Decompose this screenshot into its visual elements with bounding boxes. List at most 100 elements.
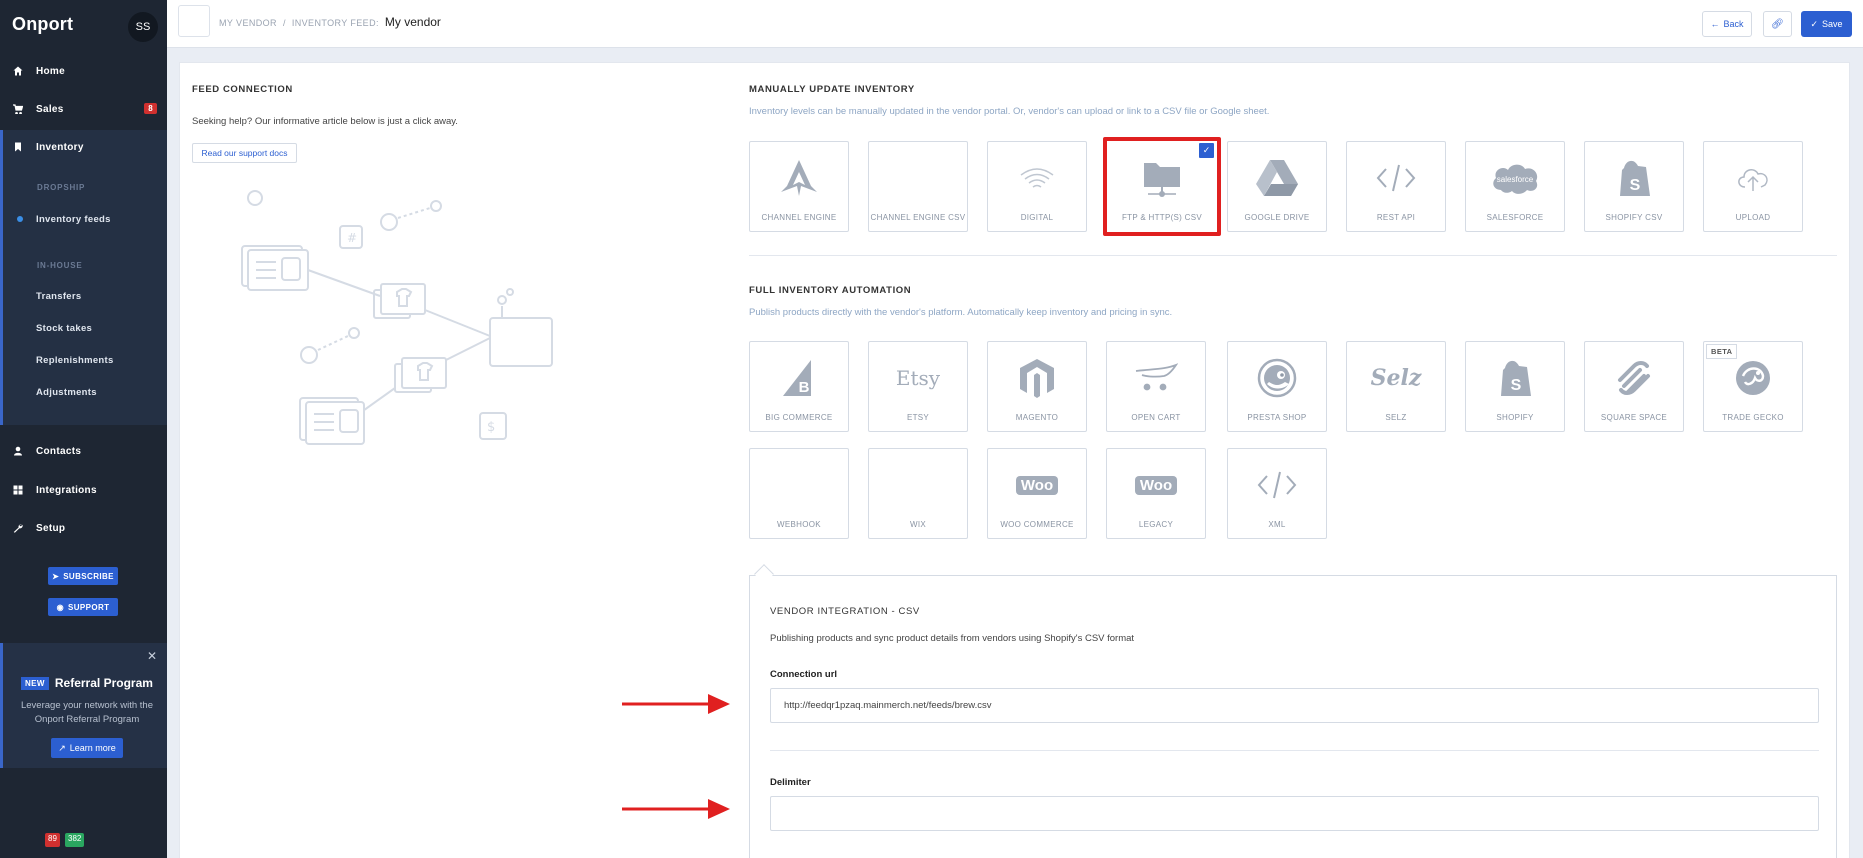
tile-label: CHANNEL ENGINE CSV xyxy=(870,213,966,222)
cart-icon xyxy=(0,104,36,114)
nav-integrations-label: Integrations xyxy=(36,484,97,496)
inventory-group xyxy=(0,130,167,425)
tile-salesforce[interactable]: salesforce SALESFORCE xyxy=(1465,141,1565,232)
tile-shopify-csv[interactable]: S SHOPIFY CSV xyxy=(1584,141,1684,232)
top-bar: MY VENDOR / INVENTORY FEED: My vendor ← … xyxy=(167,0,1863,48)
support-docs-button[interactable]: Read our support docs xyxy=(192,143,297,163)
prestashop-icon xyxy=(1228,356,1326,400)
breadcrumb-vendor[interactable]: MY VENDOR xyxy=(219,18,277,28)
link-button[interactable]: 🔗︎ xyxy=(1763,11,1792,37)
nav-home-label: Home xyxy=(36,65,65,77)
tile-label: GOOGLE DRIVE xyxy=(1244,213,1310,222)
tile-label: WIX xyxy=(909,520,926,529)
tile-label: SHOPIFY xyxy=(1496,413,1534,422)
manual-update-description: Inventory levels can be manually updated… xyxy=(749,106,1270,117)
connection-url-input[interactable]: http://feedqr1pzaq.mainmerch.net/feeds/b… xyxy=(770,688,1819,723)
brand-logo[interactable]: Onport xyxy=(12,14,73,35)
tile-woo-commerce[interactable]: Woo WOO COMMERCE xyxy=(987,448,1087,539)
nav-replenishments[interactable]: Replenishments xyxy=(36,355,114,366)
nav-inventory[interactable]: Inventory xyxy=(0,134,167,160)
code-icon xyxy=(1347,156,1445,200)
nav-integrations[interactable]: Integrations xyxy=(0,477,167,503)
code-icon xyxy=(1228,463,1326,507)
tile-label: SQUARE SPACE xyxy=(1600,413,1668,422)
grid-icon xyxy=(0,485,36,495)
page-title: My vendor xyxy=(384,15,441,29)
tile-etsy[interactable]: Etsy ETSY xyxy=(868,341,968,432)
avatar[interactable]: SS xyxy=(128,12,158,42)
tile-label: XML xyxy=(1268,520,1286,529)
tile-rest-api[interactable]: REST API xyxy=(1346,141,1446,232)
tile-label: SELZ xyxy=(1385,413,1407,422)
tile-presta-shop[interactable]: PRESTA SHOP xyxy=(1227,341,1327,432)
tile-trade-gecko[interactable]: BETA TRADE GECKO xyxy=(1703,341,1803,432)
nav-setup-label: Setup xyxy=(36,522,66,534)
success-counter[interactable]: 382 xyxy=(65,833,85,847)
tile-label: REST API xyxy=(1376,213,1416,222)
learn-more-button[interactable]: ↗ Learn more xyxy=(51,738,123,758)
sales-count-badge: 8 xyxy=(144,103,157,114)
nav-setup[interactable]: Setup xyxy=(0,515,167,541)
subscribe-label: SUBSCRIBE xyxy=(63,571,114,581)
wrench-icon xyxy=(0,523,36,533)
nav-contacts[interactable]: Contacts xyxy=(0,438,167,464)
nav-transfers[interactable]: Transfers xyxy=(36,291,81,302)
tile-label: WOO COMMERCE xyxy=(1000,520,1074,529)
tile-label: PRESTA SHOP xyxy=(1247,413,1307,422)
breadcrumb-separator: / xyxy=(282,18,286,28)
tile-legacy[interactable]: Woo LEGACY xyxy=(1106,448,1206,539)
tile-big-commerce[interactable]: B BIG COMMERCE xyxy=(749,341,849,432)
tile-channel-engine-csv[interactable]: CHANNEL ENGINE CSV xyxy=(868,141,968,232)
nav-sales-label: Sales xyxy=(36,103,64,115)
new-badge: NEW xyxy=(21,676,49,690)
cloud-upload-icon xyxy=(1704,156,1802,200)
svg-text:S: S xyxy=(1511,377,1522,394)
tile-selz[interactable]: Selz SELZ xyxy=(1346,341,1446,432)
shopify-icon: S xyxy=(1585,156,1683,200)
tile-square-space[interactable]: SQUARE SPACE xyxy=(1584,341,1684,432)
support-button[interactable]: ◉ SUPPORT xyxy=(48,598,118,616)
nav-inventory-label: Inventory xyxy=(36,141,84,153)
salesforce-icon: salesforce xyxy=(1466,156,1564,200)
back-button[interactable]: ← Back xyxy=(1702,11,1752,37)
nav-sales[interactable]: Sales 8 xyxy=(0,96,167,122)
tile-label: ETSY xyxy=(906,413,930,422)
tile-label: TRADE GECKO xyxy=(1722,413,1784,422)
tile-digital[interactable]: DIGITAL xyxy=(987,141,1087,232)
delimiter-input[interactable] xyxy=(770,796,1819,831)
channel-engine-icon xyxy=(750,156,848,200)
back-label: Back xyxy=(1723,19,1744,29)
tile-google-drive[interactable]: GOOGLE DRIVE xyxy=(1227,141,1327,232)
tile-webhook[interactable]: WEBHOOK xyxy=(749,448,849,539)
section-dropship: DROPSHIP xyxy=(37,183,86,192)
ftp-folder-icon xyxy=(1107,157,1217,201)
subscribe-button[interactable]: ➤ SUBSCRIBE xyxy=(48,567,118,585)
nav-home[interactable]: Home xyxy=(0,58,167,84)
tile-label: SHOPIFY CSV xyxy=(1605,213,1663,222)
tile-upload[interactable]: UPLOAD xyxy=(1703,141,1803,232)
save-button[interactable]: ✓ Save xyxy=(1801,11,1852,37)
support-label: SUPPORT xyxy=(67,602,110,612)
nav-stock-takes[interactable]: Stock takes xyxy=(36,323,92,334)
tile-ftp-https-csv[interactable]: ✓ FTP & HTTP(S) CSV xyxy=(1103,137,1221,236)
tile-wix[interactable]: WIX xyxy=(868,448,968,539)
nav-adjustments[interactable]: Adjustments xyxy=(36,387,97,398)
close-icon[interactable]: ✕ xyxy=(147,649,157,663)
nav-contacts-label: Contacts xyxy=(36,445,82,457)
feed-illustration: # $ xyxy=(241,190,553,445)
arrow-left-icon: ← xyxy=(1710,19,1720,29)
tile-label: BIG COMMERCE xyxy=(765,413,833,422)
integration-description: Publishing products and sync product det… xyxy=(770,633,1135,644)
tile-magento[interactable]: MAGENTO xyxy=(987,341,1087,432)
tile-shopify[interactable]: S SHOPIFY xyxy=(1465,341,1565,432)
tile-label: UPLOAD xyxy=(1735,213,1771,222)
error-counter[interactable]: 89 xyxy=(45,833,60,847)
nav-inventory-feeds[interactable]: Inventory feeds xyxy=(36,214,111,225)
svg-text:S: S xyxy=(1630,177,1641,194)
woo-icon: Woo xyxy=(1107,463,1205,507)
tile-xml[interactable]: XML xyxy=(1227,448,1327,539)
google-drive-icon xyxy=(1228,156,1326,200)
tile-open-cart[interactable]: OPEN CART xyxy=(1106,341,1206,432)
selz-icon: Selz xyxy=(1370,365,1422,391)
tile-channel-engine[interactable]: CHANNEL ENGINE xyxy=(749,141,849,232)
